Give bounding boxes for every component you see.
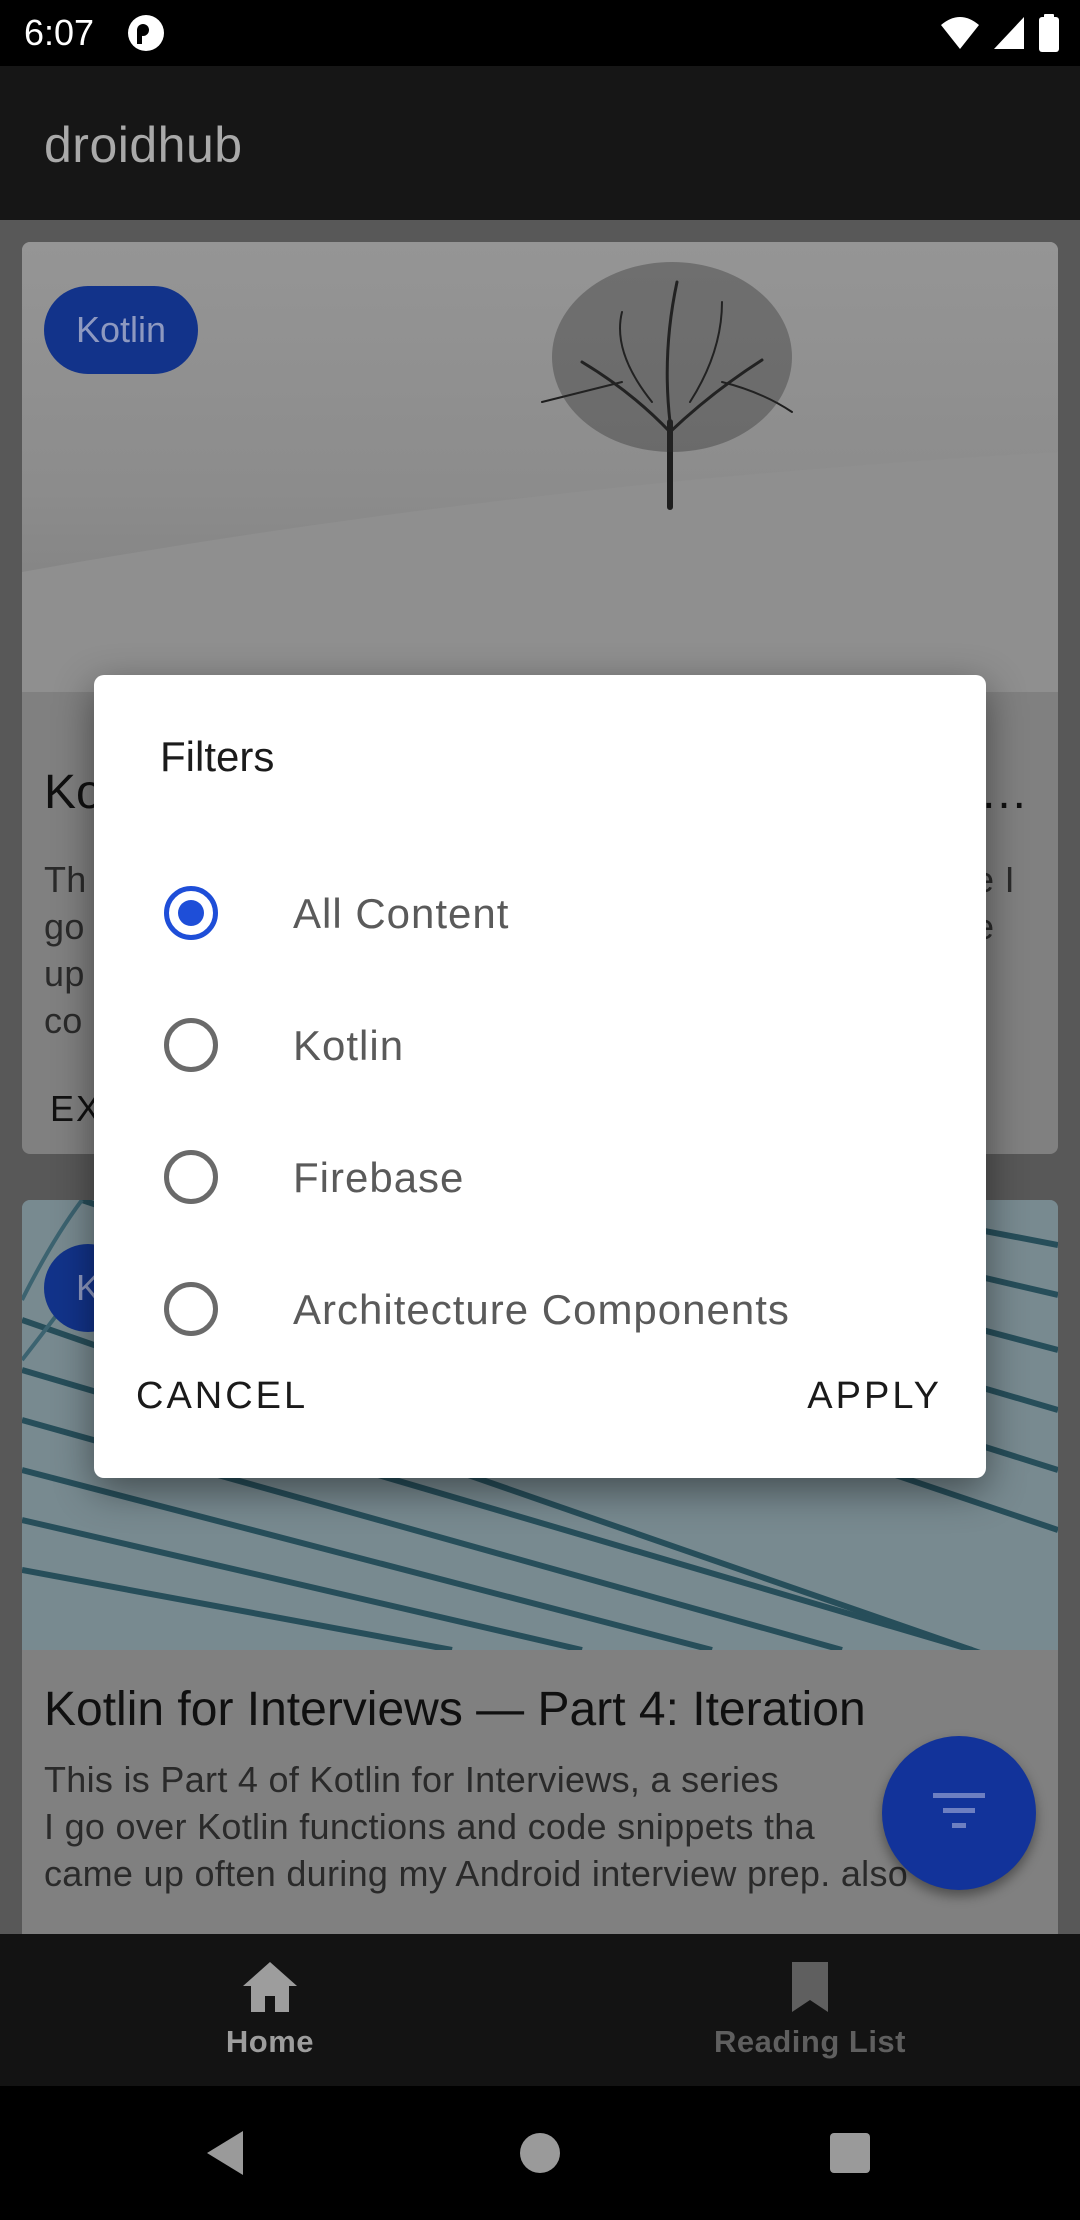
battery-icon	[1038, 14, 1060, 57]
card-image: Kotlin	[22, 242, 1058, 692]
nav-item-reading-list[interactable]: Reading List	[540, 1934, 1080, 2086]
filter-fab-button[interactable]	[882, 1736, 1036, 1890]
wifi-icon	[940, 15, 980, 56]
bottom-navigation: Home Reading List	[0, 1934, 1080, 2086]
filter-option-architecture-components[interactable]: Architecture Components	[94, 1243, 986, 1375]
option-label: Firebase	[293, 1154, 465, 1201]
radio-button[interactable]	[164, 1282, 218, 1336]
system-navigation-bar	[0, 2086, 1080, 2220]
apply-button[interactable]: APPLY	[793, 1365, 956, 1428]
filters-dialog: Filters All Content Kotlin Firebase Arch…	[94, 675, 986, 1478]
recents-button[interactable]	[815, 2120, 885, 2190]
back-triangle-icon	[203, 2129, 247, 2182]
recents-square-icon	[829, 2132, 871, 2179]
back-button[interactable]	[190, 2120, 260, 2190]
status-bar: 6:07	[0, 0, 1080, 66]
card-title-ellipsis: …	[980, 766, 1028, 819]
bookmark-icon	[789, 1960, 831, 2016]
app-bar: droidhub	[0, 66, 1080, 220]
card-title: Kotlin for Interviews — Part 4: Iteratio…	[44, 1683, 866, 1736]
home-icon	[241, 1960, 299, 2016]
option-label: Kotlin	[293, 1022, 405, 1069]
option-label: All Content	[293, 890, 510, 937]
filter-option-all-content[interactable]: All Content	[94, 847, 986, 979]
filter-icon	[931, 1791, 987, 1836]
radio-button-selected[interactable]	[164, 886, 218, 940]
filter-option-kotlin[interactable]: Kotlin	[94, 979, 986, 1111]
status-time: 6:07	[24, 12, 95, 53]
signal-icon	[992, 15, 1026, 56]
category-chip[interactable]: Kotlin	[44, 286, 199, 374]
radio-button[interactable]	[164, 1150, 218, 1204]
app-title: droidhub	[44, 117, 243, 173]
radio-button[interactable]	[164, 1018, 218, 1072]
app-notification-icon	[126, 13, 166, 58]
home-system-button[interactable]	[505, 2120, 575, 2190]
nav-item-home[interactable]: Home	[0, 1934, 540, 2086]
dialog-title: Filters	[160, 733, 275, 780]
cancel-button[interactable]: CANCEL	[122, 1365, 322, 1428]
filter-option-firebase[interactable]: Firebase	[94, 1111, 986, 1243]
option-label: Architecture Components	[293, 1286, 790, 1333]
nav-label: Reading List	[713, 2024, 906, 2059]
nav-label: Home	[225, 2024, 315, 2059]
home-circle-icon	[518, 2131, 562, 2180]
